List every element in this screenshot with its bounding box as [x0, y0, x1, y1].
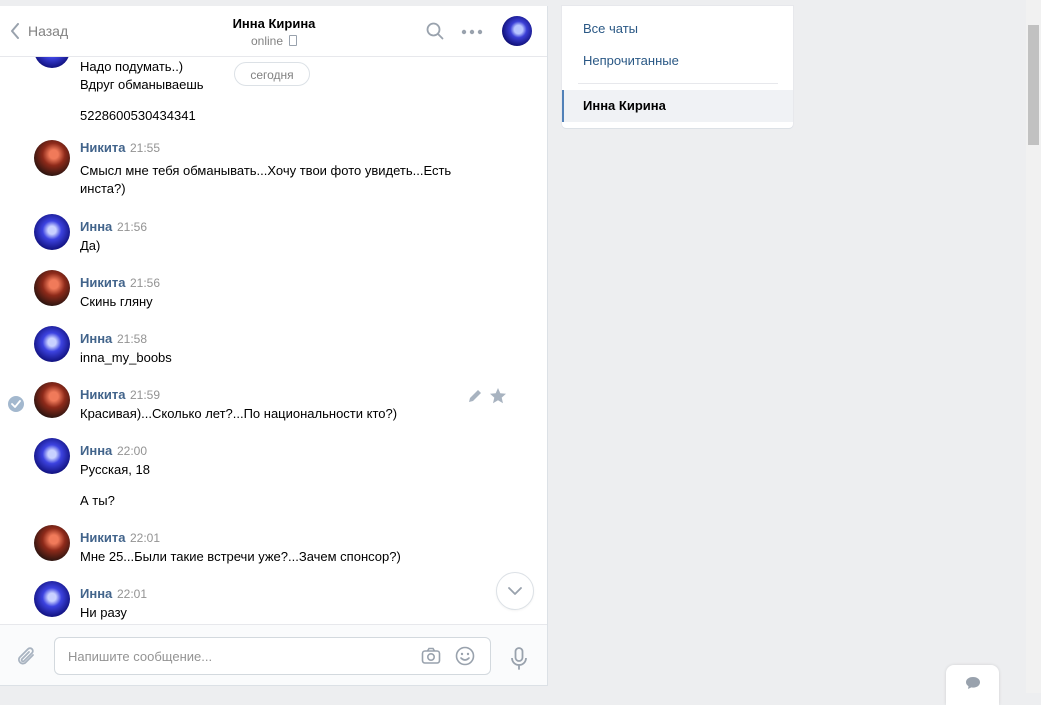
- message-time[interactable]: 22:01: [117, 587, 147, 601]
- message-text: Мне 25...Были такие встречи уже?...Зачем…: [80, 549, 401, 564]
- avatar[interactable]: [34, 140, 70, 176]
- avatar[interactable]: [34, 56, 70, 68]
- camera-icon[interactable]: [421, 646, 441, 669]
- message-time[interactable]: 21:56: [130, 276, 160, 290]
- message-text: inna_my_boobs: [80, 350, 172, 365]
- message-text: А ты?: [80, 493, 115, 508]
- message-text: Скинь гляну: [80, 294, 153, 309]
- scrollbar-thumb[interactable]: [1028, 25, 1039, 145]
- status-text: online: [250, 34, 284, 48]
- message-time[interactable]: 22:01: [130, 531, 160, 545]
- message-text: 5228600530434341: [80, 108, 196, 123]
- filter-all-chats[interactable]: Все чаты: [583, 21, 638, 36]
- message-time[interactable]: 22:00: [117, 444, 147, 458]
- avatar[interactable]: [34, 214, 70, 250]
- message-author[interactable]: Никита: [80, 387, 125, 402]
- message-text: Русская, 18: [80, 462, 150, 477]
- message-author[interactable]: Инна: [80, 443, 112, 458]
- chat-panel: Назад Инна Кирина online Надо подумать..…: [0, 6, 548, 686]
- microphone-icon[interactable]: [510, 647, 528, 674]
- message-list[interactable]: Надо подумать..) Вдруг обманываешь 52286…: [0, 56, 547, 624]
- message-time[interactable]: 21:55: [130, 141, 160, 155]
- mobile-icon: [289, 35, 298, 46]
- message-author[interactable]: Инна: [80, 331, 112, 346]
- chat-header: Назад Инна Кирина online: [0, 6, 547, 57]
- message-time[interactable]: 21:59: [130, 388, 160, 402]
- active-chat-label: Инна Кирина: [583, 98, 666, 113]
- message-author[interactable]: Инна: [80, 219, 112, 234]
- contact-avatar[interactable]: [502, 16, 532, 46]
- chat-bubble-icon: [966, 677, 980, 689]
- date-divider: сегодня: [234, 62, 310, 86]
- message-text: Смысл мне тебя обманывать...Хочу твои фо…: [80, 163, 452, 196]
- message-text: Ни разу: [80, 605, 127, 620]
- message-author[interactable]: Инна: [80, 586, 112, 601]
- divider: [578, 83, 778, 84]
- message-text: Красивая)...Сколько лет?...По национальн…: [80, 406, 398, 421]
- message-composer: Напишите сообщение...: [0, 624, 547, 685]
- message-author[interactable]: Никита: [80, 275, 125, 290]
- message-placeholder: Напишите сообщение...: [68, 649, 213, 664]
- pencil-icon[interactable]: [467, 388, 483, 407]
- message-text: Да): [80, 238, 101, 253]
- more-icon[interactable]: [461, 24, 483, 39]
- message-time[interactable]: 21:56: [117, 220, 147, 234]
- chats-float-button[interactable]: [946, 665, 999, 705]
- chat-filter-panel: Все чаты Непрочитанные Инна Кирина: [562, 6, 793, 128]
- chevron-down-icon: [508, 587, 522, 595]
- message-time[interactable]: 21:58: [117, 332, 147, 346]
- avatar[interactable]: [34, 438, 70, 474]
- selected-check-icon[interactable]: [8, 396, 24, 412]
- paperclip-icon[interactable]: [16, 645, 38, 672]
- filter-unread[interactable]: Непрочитанные: [583, 53, 679, 68]
- emoji-icon[interactable]: [455, 646, 475, 669]
- scroll-down-button[interactable]: [496, 572, 534, 610]
- avatar[interactable]: [34, 382, 70, 418]
- avatar[interactable]: [34, 326, 70, 362]
- active-chat-item[interactable]: Инна Кирина: [562, 90, 793, 122]
- message-author[interactable]: Никита: [80, 530, 125, 545]
- avatar[interactable]: [34, 581, 70, 617]
- message-author[interactable]: Никита: [80, 140, 125, 155]
- message-input[interactable]: Напишите сообщение...: [54, 637, 491, 675]
- search-icon[interactable]: [426, 22, 444, 43]
- star-icon[interactable]: [489, 387, 507, 408]
- avatar[interactable]: [34, 525, 70, 561]
- avatar[interactable]: [34, 270, 70, 306]
